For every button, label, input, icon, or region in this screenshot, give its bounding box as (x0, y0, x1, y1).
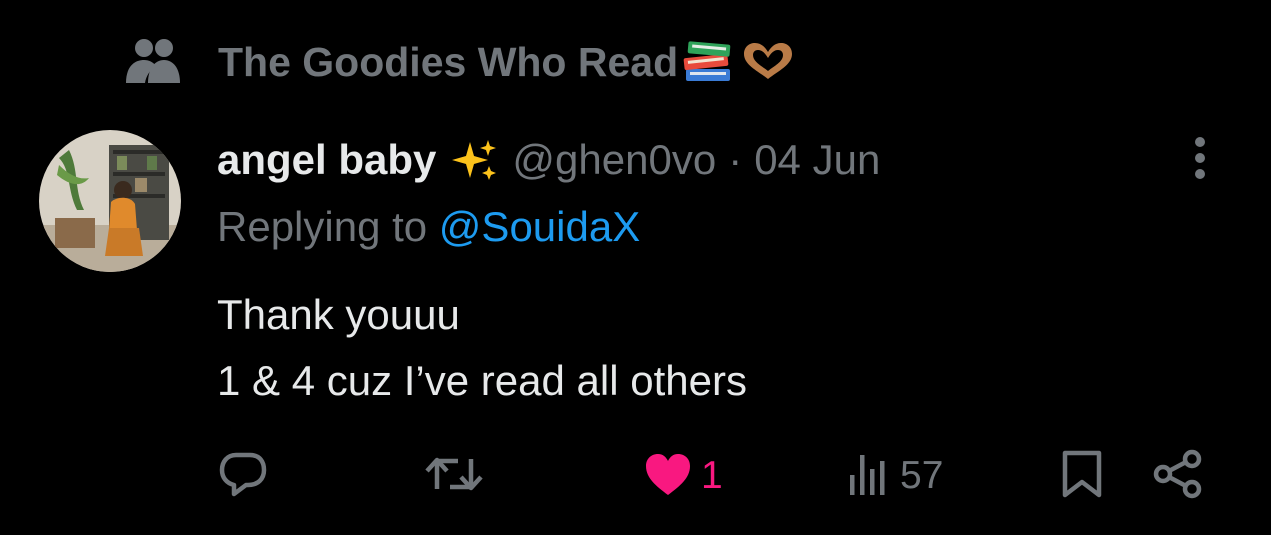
retweet-button[interactable] (424, 448, 484, 504)
header-separator: · (728, 136, 743, 183)
books-emoji (682, 39, 734, 85)
sparkles-emoji (450, 138, 498, 182)
tweet-text: Thank youuu 1 & 4 cuz I’ve read all othe… (217, 282, 747, 414)
bookmark-icon (1060, 449, 1104, 504)
share-button[interactable] (1152, 448, 1204, 504)
share-icon (1152, 449, 1204, 504)
heart-hands-emoji (740, 41, 796, 83)
views-button[interactable]: 57 (848, 448, 943, 504)
like-button[interactable]: 1 (643, 448, 723, 504)
tweet-timestamp[interactable]: 04 Jun (754, 136, 880, 184)
reply-button[interactable] (218, 448, 268, 504)
community-context[interactable]: The Goodies Who Read (124, 34, 796, 90)
community-icon (124, 37, 182, 87)
tweet-text-line: 1 & 4 cuz I’ve read all others (217, 357, 747, 404)
retweet-icon (424, 449, 484, 504)
author-display-name[interactable]: angel baby (217, 136, 436, 184)
reply-prefix: Replying to (217, 203, 428, 250)
community-name[interactable]: The Goodies Who Read (218, 39, 678, 86)
reply-mention-link[interactable]: @SouidaX (439, 203, 640, 250)
heart-filled-icon (643, 451, 693, 502)
views-icon (848, 451, 892, 502)
more-options-button[interactable] (1180, 134, 1220, 186)
bookmark-button[interactable] (1060, 448, 1104, 504)
like-count: 1 (701, 454, 723, 497)
tweet-text-line: Thank youuu (217, 291, 460, 338)
avatar[interactable] (39, 130, 181, 272)
reply-icon (218, 449, 268, 504)
action-bar: 1 57 (0, 448, 1271, 504)
replying-to-line: Replying to @SouidaX (217, 203, 640, 251)
tweet-card[interactable]: The Goodies Who Read angel baby @ghen0vo… (0, 0, 1271, 535)
more-vertical-icon (1193, 136, 1207, 185)
author-handle[interactable]: @ghen0vo (512, 136, 716, 184)
tweet-header: angel baby @ghen0vo · 04 Jun (217, 130, 880, 190)
views-count: 57 (900, 454, 944, 497)
